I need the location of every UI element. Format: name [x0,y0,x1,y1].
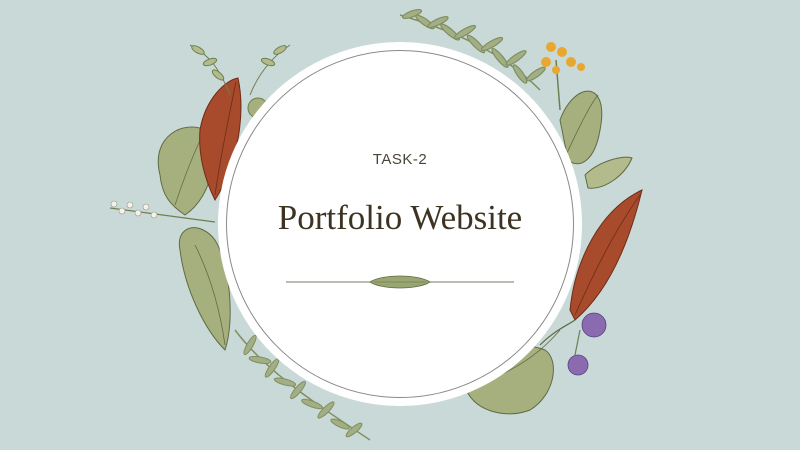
ornament-divider [286,275,514,289]
slide-title: Portfolio Website [277,198,523,237]
purple-flowers [567,312,607,376]
white-flower-stem [109,200,216,223]
slide-subtitle: TASK-2 [372,151,428,168]
title-slide: TASK-2 Portfolio Website [0,0,800,450]
